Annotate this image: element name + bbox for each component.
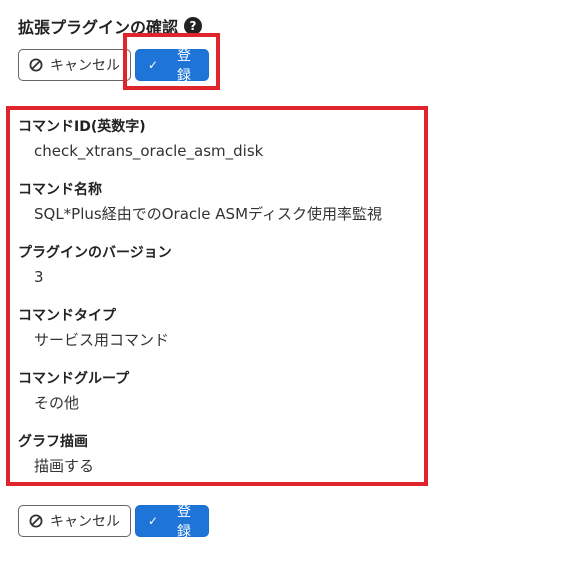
field-label: コマンドID(英数字) xyxy=(18,119,146,135)
register-button-label: 登録 xyxy=(177,504,192,540)
field-label: コマンドタイプ xyxy=(18,308,116,324)
field-value: check_xtrans_oracle_asm_disk xyxy=(34,142,264,160)
field-command-type: コマンドタイプ サービス用コマンド xyxy=(18,306,418,369)
question-circle-icon[interactable]: ? xyxy=(184,17,203,35)
field-label: コマンド名称 xyxy=(18,182,102,198)
field-command-id: コマンドID(英数字) check_xtrans_oracle_asm_disk xyxy=(18,117,418,180)
field-graph-drawing: グラフ描画 描画する xyxy=(18,432,418,495)
field-command-group: コマンドグループ その他 xyxy=(18,369,418,432)
field-label: プラグインのバージョン xyxy=(18,245,172,261)
top-action-bar: キャンセル ✓ 登録 xyxy=(18,48,209,84)
cancel-button[interactable]: キャンセル xyxy=(18,505,131,537)
check-icon: ✓ xyxy=(148,58,159,72)
field-value: サービス用コマンド xyxy=(34,331,170,349)
field-value: 3 xyxy=(34,268,44,286)
field-value: その他 xyxy=(34,394,80,412)
register-button[interactable]: ✓ 登録 xyxy=(135,48,209,84)
ban-icon xyxy=(29,514,43,528)
check-icon: ✓ xyxy=(148,514,159,528)
cancel-button[interactable]: キャンセル xyxy=(18,49,131,81)
register-button-label: 登録 xyxy=(177,48,192,84)
cancel-button-label: キャンセル xyxy=(50,514,120,530)
confirm-fields: コマンドID(英数字) check_xtrans_oracle_asm_disk… xyxy=(18,117,418,495)
page-title-row: 拡張プラグインの確認 ? xyxy=(18,14,203,38)
page-title: 拡張プラグインの確認 xyxy=(18,18,179,37)
field-label: コマンドグループ xyxy=(18,371,130,387)
field-label: グラフ描画 xyxy=(18,434,88,450)
register-button[interactable]: ✓ 登録 xyxy=(135,504,209,540)
field-value: SQL*Plus経由でのOracle ASMディスク使用率監視 xyxy=(34,205,382,223)
bottom-action-bar: キャンセル ✓ 登録 xyxy=(18,504,209,540)
field-command-name: コマンド名称 SQL*Plus経由でのOracle ASMディスク使用率監視 xyxy=(18,180,418,243)
cancel-button-label: キャンセル xyxy=(50,58,120,74)
field-value: 描画する xyxy=(34,457,95,475)
field-plugin-version: プラグインのバージョン 3 xyxy=(18,243,418,306)
plugin-confirm-page: 拡張プラグインの確認 ? キャンセル ✓ 登録 コマンドID(英数字) chec… xyxy=(0,0,586,564)
ban-icon xyxy=(29,58,43,72)
